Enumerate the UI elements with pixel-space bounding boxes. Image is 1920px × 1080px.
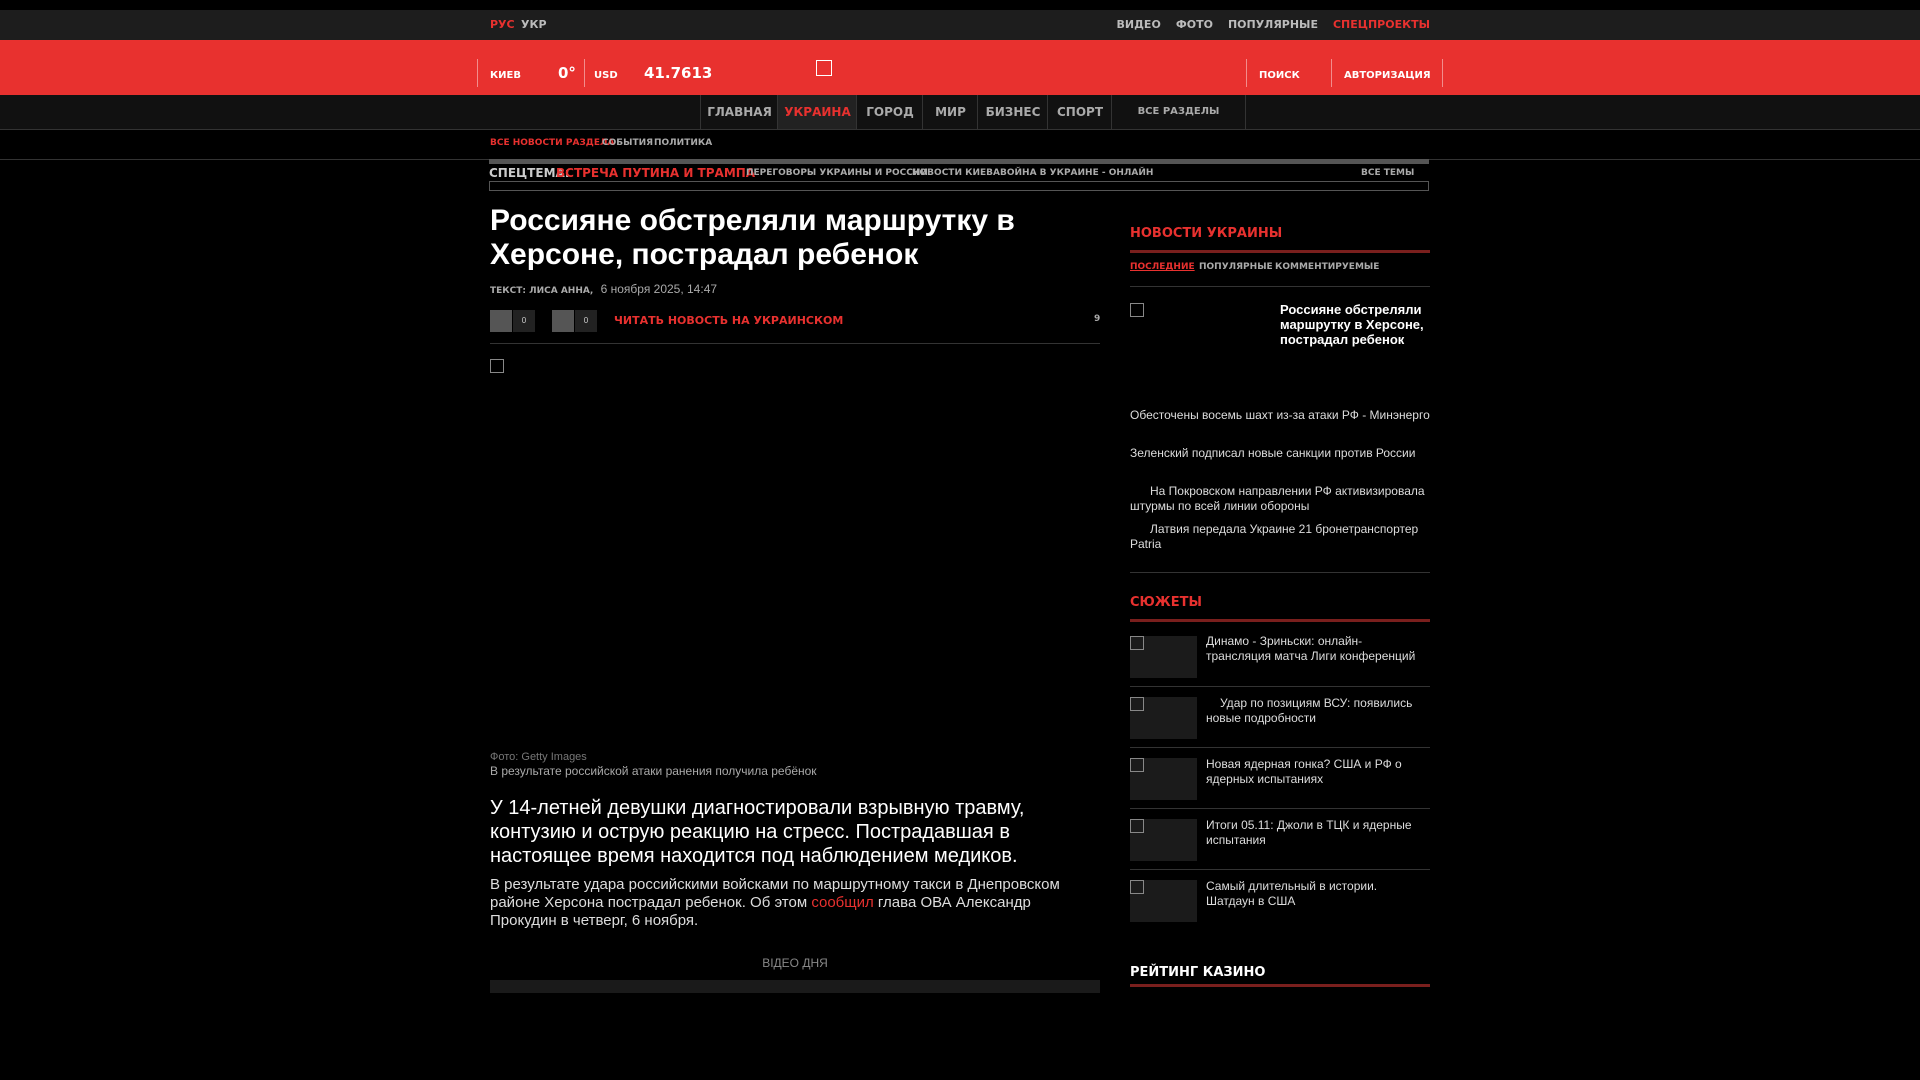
topnav-specprojects[interactable]: СПЕЦПРОЕКТЫ	[1333, 18, 1430, 31]
story-divider	[1130, 747, 1430, 748]
article-photo	[490, 359, 504, 373]
subnav-all-news[interactable]: ВСЕ НОВОСТИ РАЗДЕЛА	[490, 138, 614, 148]
sidebar-stories-title[interactable]: СЮЖЕТЫ	[1130, 595, 1202, 610]
story-thumbnail[interactable]	[1130, 636, 1197, 678]
story-divider	[1130, 686, 1430, 687]
photo-credit: Фото: Getty Images	[490, 751, 587, 763]
tab-latest[interactable]: ПОСЛЕДНИЕ	[1130, 262, 1195, 272]
auth-button[interactable]: АВТОРИЗАЦИЯ	[1344, 70, 1431, 81]
read-ukrainian-link[interactable]: ЧИТАТЬ НОВОСТЬ НА УКРАИНСКОМ	[614, 314, 843, 327]
article-byline: ТЕКСТ: ЛИСА АННА, 6 ноября 2025, 14:47	[490, 282, 717, 296]
news-item[interactable]: Латвия передала Украине 21 бронетранспор…	[1130, 522, 1430, 552]
header-divider	[1442, 59, 1443, 87]
share-telegram-icon[interactable]	[552, 310, 574, 332]
nav-business[interactable]: БИЗНЕС	[977, 95, 1048, 129]
nav-world[interactable]: МИР	[922, 95, 978, 129]
story-link[interactable]: Динамо - Зриньски: онлайн-трансляция мат…	[1206, 634, 1426, 664]
featured-news-image[interactable]	[1130, 303, 1144, 317]
spec-all-themes[interactable]: ВСЕ ТЕМЫ	[1361, 168, 1414, 178]
spec-link-war-online[interactable]: ВОЙНА В УКРАИНЕ - ОНЛАЙН	[1000, 168, 1153, 178]
story-divider	[1130, 808, 1430, 809]
article-lead: У 14-летней девушки диагностировали взры…	[490, 797, 1025, 867]
story-link[interactable]: Итоги 05.11: Джоли в ТЦК и ядерные испыт…	[1206, 818, 1426, 848]
story-image	[1130, 758, 1144, 772]
nav-all-sections[interactable]: ВСЕ РАЗДЕЛЫ	[1111, 95, 1246, 129]
story-image	[1130, 636, 1144, 650]
nav-ukraine[interactable]: УКРАИНА	[777, 95, 857, 129]
sidebar-tabs-divider	[1130, 286, 1430, 287]
sidebar-casino-title[interactable]: РЕЙТИНГ КАЗИНО	[1130, 965, 1265, 980]
story-thumbnail[interactable]	[1130, 819, 1197, 861]
sidebar-title-underline	[1130, 619, 1430, 622]
news-item[interactable]: Обесточены восемь шахт из-за атаки РФ - …	[1130, 408, 1430, 423]
topnav-photo[interactable]: ФОТО	[1176, 18, 1213, 31]
spec-link-kyiv-news[interactable]: НОВОСТИ КИЕВА	[912, 168, 1000, 178]
top-nav: ВИДЕО ФОТО ПОПУЛЯРНЫЕ СПЕЦПРОЕКТЫ	[1117, 18, 1430, 31]
news-item[interactable]: На Покровском направлении РФ активизиров…	[1130, 484, 1430, 514]
currency-rate: 41.7613	[644, 64, 713, 82]
site-logo[interactable]	[816, 60, 832, 76]
video-player[interactable]	[490, 980, 1100, 993]
photo-caption: В результате российской атаки ранения по…	[490, 764, 817, 778]
share-count: 0	[513, 310, 535, 332]
sidebar-title-underline	[1130, 984, 1430, 987]
share-count: 0	[575, 310, 597, 332]
spec-theme-bar: СПЕЦТЕМА: ВСТРЕЧА ПУТИНА И ТРАМПА ПЕРЕГО…	[489, 159, 1431, 191]
sidebar-divider	[1130, 572, 1430, 573]
comments-count[interactable]: 9	[1094, 314, 1100, 324]
spec-top-line	[489, 159, 1429, 164]
story-image	[1130, 819, 1144, 833]
top-strip	[0, 10, 1920, 40]
nav-main[interactable]: ГЛАВНАЯ	[700, 95, 778, 129]
spec-link-negotiations[interactable]: ПЕРЕГОВОРЫ УКРАИНЫ И РОССИИ	[746, 168, 928, 178]
sidebar-title-underline	[1130, 250, 1430, 253]
article-author[interactable]: ТЕКСТ: ЛИСА АННА,	[490, 286, 593, 296]
topnav-popular[interactable]: ПОПУЛЯРНЫЕ	[1228, 18, 1318, 31]
nav-sport[interactable]: СПОРТ	[1047, 95, 1112, 129]
story-thumbnail[interactable]	[1130, 697, 1197, 739]
story-thumbnail[interactable]	[1130, 758, 1197, 800]
subnav-events[interactable]: СОБЫТИЯ	[602, 138, 653, 148]
news-item[interactable]: Зеленский подписал новые санкции против …	[1130, 446, 1430, 461]
tab-commented[interactable]: КОММЕНТИРУЕМЫЕ	[1275, 262, 1379, 272]
source-link[interactable]: сообщил	[811, 894, 873, 911]
story-thumbnail[interactable]	[1130, 880, 1197, 922]
weather-temp: 0°	[558, 64, 576, 82]
weather-city: КИЕВ	[490, 70, 521, 81]
header-divider	[477, 59, 478, 87]
header-divider	[584, 59, 585, 87]
subnav-politics[interactable]: ПОЛИТИКА	[654, 138, 712, 148]
currency-label: USD	[594, 70, 618, 81]
lang-rus[interactable]: РУС	[490, 18, 515, 31]
story-image	[1130, 697, 1144, 711]
spec-scroll-frame	[489, 181, 1429, 191]
article-body: В результате удара российскими войсками …	[490, 876, 1090, 930]
article-divider	[490, 343, 1100, 344]
search-button[interactable]: ПОИСК	[1259, 70, 1300, 81]
story-divider	[1130, 869, 1430, 870]
lang-ukr[interactable]: УКР	[521, 18, 547, 31]
share-facebook-icon[interactable]	[490, 310, 512, 332]
story-link[interactable]: Новая ядерная гонка? США и РФ о ядерных …	[1206, 757, 1426, 787]
topnav-video[interactable]: ВИДЕО	[1117, 18, 1161, 31]
header-divider	[1331, 59, 1332, 87]
featured-news-link[interactable]: Россияне обстреляли маршрутку в Херсоне,…	[1280, 302, 1430, 347]
spec-main-link[interactable]: ВСТРЕЧА ПУТИНА И ТРАМПА	[556, 166, 755, 180]
tab-popular[interactable]: ПОПУЛЯРНЫЕ	[1199, 262, 1273, 272]
story-image	[1130, 880, 1144, 894]
sidebar-news-title[interactable]: НОВОСТИ УКРАИНЫ	[1130, 226, 1282, 241]
story-link[interactable]: Удар по позициям ВСУ: появились новые по…	[1206, 696, 1426, 726]
header-bar	[0, 40, 1920, 95]
article-title: Россияне обстреляли маршрутку в Херсоне,…	[490, 204, 1015, 271]
story-link[interactable]: Самый длительный в истории. Шатдаун в СШ…	[1206, 879, 1426, 909]
nav-city[interactable]: ГОРОД	[856, 95, 923, 129]
article-date: 6 ноября 2025, 14:47	[600, 282, 718, 296]
video-of-day-label: ВІДЕО ДНЯ	[762, 956, 828, 970]
header-divider	[1246, 59, 1247, 87]
